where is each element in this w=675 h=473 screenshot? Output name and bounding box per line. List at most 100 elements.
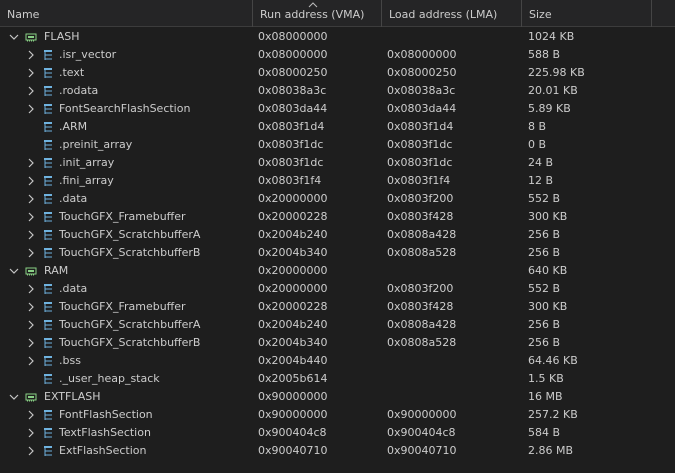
section-row[interactable]: ._user_heap_stack 0x2005b614 1.5 KB — [0, 370, 675, 388]
row-name: .text — [59, 66, 85, 79]
row-name: .ARM — [59, 120, 88, 133]
row-name: FontFlashSection — [59, 408, 153, 421]
section-row[interactable]: TouchGFX_Framebuffer 0x20000228 0x0803f428… — [0, 208, 675, 226]
chevron-right-icon[interactable] — [26, 86, 36, 96]
chevron-right-icon[interactable] — [26, 194, 36, 204]
section-row[interactable]: .isr_vector 0x08000000 0x08000000 588 B — [0, 46, 675, 64]
run-address-cell: 0x0803f1dc — [258, 156, 324, 169]
row-name: TextFlashSection — [59, 426, 151, 439]
row-name: .isr_vector — [59, 48, 117, 61]
section-tree-icon — [44, 104, 52, 114]
section-row[interactable]: .init_array 0x0803f1dc 0x0803f1dc 24 B — [0, 154, 675, 172]
column-header-size[interactable]: Size — [522, 0, 652, 27]
section-row[interactable]: .fini_array 0x0803f1f4 0x0803f1f4 12 B — [0, 172, 675, 190]
run-address-cell: 0x0803f1dc — [258, 138, 324, 151]
row-name: EXTFLASH — [44, 390, 101, 403]
section-tree-icon — [44, 428, 52, 438]
load-address-cell: 0x0803f428 — [387, 210, 454, 223]
size-cell: 0 B — [528, 138, 547, 151]
section-tree-icon — [44, 302, 52, 312]
size-cell: 256 B — [528, 246, 561, 259]
section-row[interactable]: TouchGFX_ScratchbufferB 0x2004b340 0x0808a… — [0, 334, 675, 352]
section-row[interactable]: TouchGFX_ScratchbufferA 0x2004b240 0x0808a… — [0, 316, 675, 334]
row-name: .preinit_array — [59, 138, 133, 151]
chevron-right-icon[interactable] — [26, 410, 36, 420]
load-address-cell: 0x0803f200 — [387, 192, 454, 205]
section-row[interactable]: FontSearchFlashSection 0x0803da44 0x0803da… — [0, 100, 675, 118]
chevron-right-icon[interactable] — [26, 68, 36, 78]
row-name: FLASH — [44, 30, 80, 43]
section-row[interactable]: ExtFlashSection 0x90040710 0x90040710 2.86 … — [0, 442, 675, 460]
section-tree-icon — [44, 356, 52, 366]
sort-ascending-icon — [308, 2, 318, 8]
chevron-down-icon[interactable] — [9, 392, 19, 402]
chevron-right-icon[interactable] — [26, 104, 36, 114]
section-row[interactable]: TextFlashSection 0x900404c8 0x900404c8 584 … — [0, 424, 675, 442]
run-address-cell: 0x900404c8 — [258, 426, 327, 439]
load-address-cell: 0x0808a428 — [387, 318, 457, 331]
section-row[interactable]: .ARM 0x0803f1d4 0x0803f1d4 8 B — [0, 118, 675, 136]
load-address-cell: 0x0808a428 — [387, 228, 457, 241]
load-address-cell: 0x0803da44 — [387, 102, 457, 115]
size-cell: 225.98 KB — [528, 66, 585, 79]
chevron-right-icon[interactable] — [26, 50, 36, 60]
section-tree-icon — [44, 68, 52, 78]
memory-region-row[interactable]: RAM 0x20000000 640 KB — [0, 262, 675, 280]
chevron-down-icon[interactable] — [9, 266, 19, 276]
size-cell: 24 B — [528, 156, 554, 169]
load-address-cell: 0x08000000 — [387, 48, 457, 61]
section-row[interactable]: TouchGFX_Framebuffer 0x20000228 0x0803f428… — [0, 298, 675, 316]
size-cell: 257.2 KB — [528, 408, 578, 421]
load-address-cell: 0x08000250 — [387, 66, 457, 79]
section-tree-icon — [44, 176, 52, 186]
run-address-cell: 0x90040710 — [258, 444, 328, 457]
row-name: TouchGFX_ScratchbufferB — [59, 336, 201, 349]
chevron-right-icon[interactable] — [26, 428, 36, 438]
column-header-name[interactable]: Name — [0, 0, 253, 27]
load-address-cell: 0x0808a528 — [387, 246, 457, 259]
section-tree-icon — [44, 320, 52, 330]
size-cell: 584 B — [528, 426, 561, 439]
chevron-down-icon[interactable] — [9, 32, 19, 42]
run-address-cell: 0x2004b340 — [258, 336, 328, 349]
section-tree-icon — [44, 50, 52, 60]
row-name: FontSearchFlashSection — [59, 102, 191, 115]
section-tree-icon — [44, 410, 52, 420]
section-row[interactable]: .bss 0x2004b440 64.46 KB — [0, 352, 675, 370]
run-address-cell: 0x20000000 — [258, 264, 328, 277]
run-address-cell: 0x20000228 — [258, 300, 328, 313]
load-address-cell: 0x0803f1d4 — [387, 120, 454, 133]
section-row[interactable]: FontFlashSection 0x90000000 0x90000000 257.… — [0, 406, 675, 424]
column-header-load-address[interactable]: Load address (LMA) — [382, 0, 522, 27]
row-name: TouchGFX_ScratchbufferA — [59, 318, 201, 331]
run-address-cell: 0x08038a3c — [258, 84, 327, 97]
chevron-right-icon[interactable] — [26, 356, 36, 366]
chevron-right-icon[interactable] — [26, 248, 36, 258]
memory-regions-table: Name Run address (VMA) Load address (LMA… — [0, 0, 675, 473]
section-row[interactable]: TouchGFX_ScratchbufferB 0x2004b340 0x0808a… — [0, 244, 675, 262]
chevron-right-icon[interactable] — [26, 176, 36, 186]
chevron-right-icon[interactable] — [26, 230, 36, 240]
chevron-right-icon[interactable] — [26, 320, 36, 330]
size-cell: 588 B — [528, 48, 561, 61]
run-address-cell: 0x20000228 — [258, 210, 328, 223]
section-row[interactable]: .rodata 0x08038a3c 0x08038a3c 20.01 KB — [0, 82, 675, 100]
section-tree-icon — [44, 140, 52, 150]
section-row[interactable]: .preinit_array 0x0803f1dc 0x0803f1dc 0 B — [0, 136, 675, 154]
chevron-right-icon[interactable] — [26, 338, 36, 348]
run-address-cell: 0x0803f1f4 — [258, 174, 322, 187]
chevron-right-icon[interactable] — [26, 284, 36, 294]
chevron-right-icon[interactable] — [26, 158, 36, 168]
section-row[interactable]: TouchGFX_ScratchbufferA 0x2004b240 0x0808a… — [0, 226, 675, 244]
chevron-right-icon[interactable] — [26, 446, 36, 456]
section-row[interactable]: .text 0x08000250 0x08000250 225.98 KB — [0, 64, 675, 82]
section-row[interactable]: .data 0x20000000 0x0803f200 552 B — [0, 280, 675, 298]
chevron-right-icon[interactable] — [26, 302, 36, 312]
section-row[interactable]: .data 0x20000000 0x0803f200 552 B — [0, 190, 675, 208]
load-address-cell: 0x0803f1dc — [387, 156, 453, 169]
chevron-right-icon[interactable] — [26, 212, 36, 222]
size-cell: 16 MB — [528, 390, 563, 403]
memory-region-row[interactable]: FLASH 0x08000000 1024 KB — [0, 28, 675, 46]
memory-region-row[interactable]: EXTFLASH 0x90000000 16 MB — [0, 388, 675, 406]
section-tree-icon — [44, 248, 52, 258]
